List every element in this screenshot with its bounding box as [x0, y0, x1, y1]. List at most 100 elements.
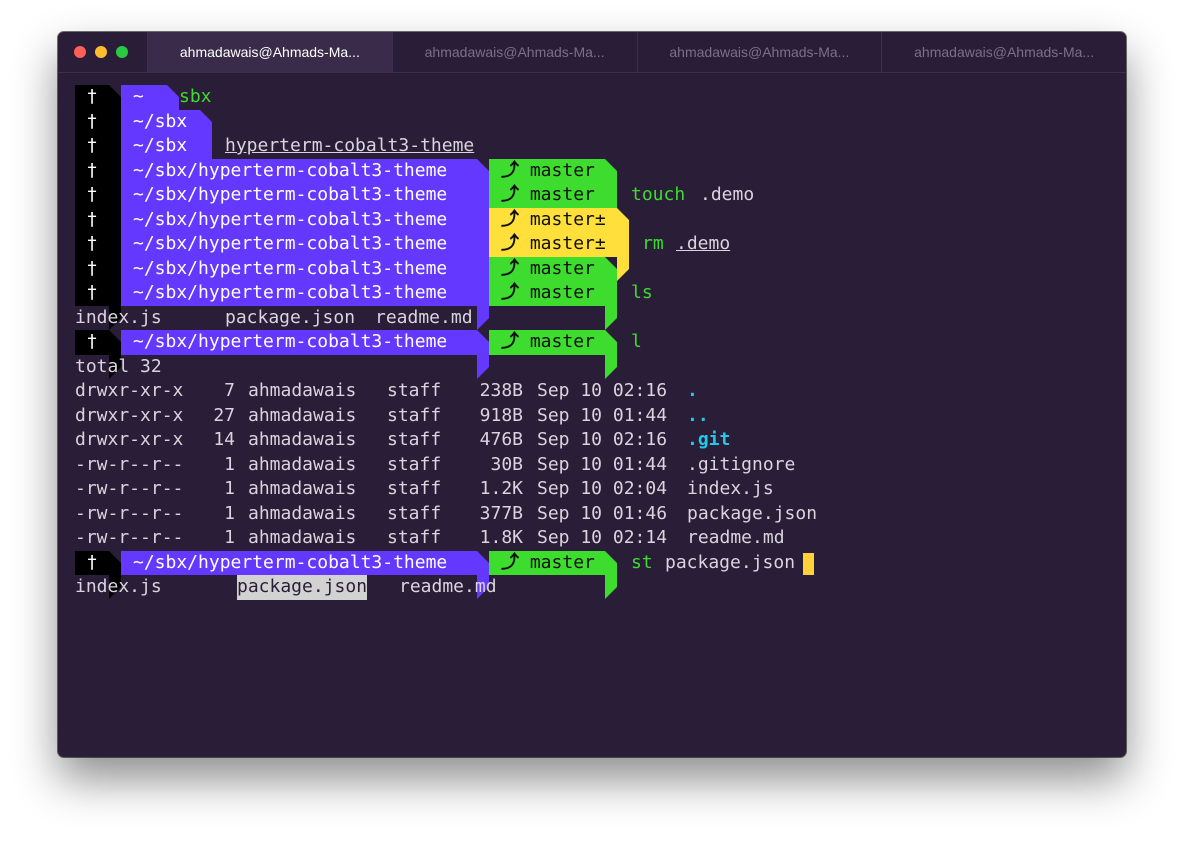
ls-output-line: index.js package.json readme.md — [75, 306, 473, 331]
permissions: drwxr-xr-x — [75, 429, 184, 450]
terminal-body[interactable]: † ~ sbx † ~/sbx † ~/sbx hyperterm-cobalt… — [75, 85, 817, 600]
path-segment: ~/sbx/hyperterm-cobalt3-theme — [121, 550, 477, 575]
file-name: index.js — [75, 306, 162, 328]
branch-segment: ⤴ master — [489, 158, 605, 183]
file-size: 377B — [479, 502, 523, 524]
command-text: st — [631, 551, 653, 573]
cross-icon: † — [75, 134, 109, 159]
branch-name: master — [529, 159, 595, 181]
permissions: -rw-r--r-- — [75, 453, 184, 475]
branch-name: master — [529, 257, 595, 279]
selected-completion[interactable]: package.json — [237, 575, 368, 600]
file-size: 1.8K — [479, 527, 523, 548]
owner: ahmadawais — [248, 527, 357, 548]
branch-segment: ⤴ master± — [489, 207, 617, 232]
file-size: 476B — [479, 429, 523, 450]
modified-date: Sep 10 02:16 — [537, 429, 668, 450]
group: staff — [387, 453, 442, 475]
prompt-separator — [477, 281, 489, 330]
path-segment: ~/sbx/hyperterm-cobalt3-theme — [121, 158, 477, 183]
path-segment: ~/sbx/hyperterm-cobalt3-theme — [121, 207, 477, 232]
branch-name: master — [529, 331, 595, 352]
permissions: -rw-r--r-- — [75, 478, 184, 499]
file-name: package.json — [225, 306, 356, 328]
cross-icon: † — [75, 256, 109, 281]
cross-icon: † — [75, 158, 109, 183]
modified-date: Sep 10 02:04 — [537, 478, 668, 499]
cross-icon: † — [75, 281, 109, 306]
path-segment: ~/sbx/hyperterm-cobalt3-theme — [121, 256, 477, 281]
cross-icon: † — [75, 183, 109, 208]
group: staff — [387, 527, 442, 548]
prompt-line: † ~/sbx/hyperterm-cobalt3-theme ⤴ master — [75, 256, 617, 305]
prompt-line: † ~/sbx — [75, 109, 212, 158]
command-text: sbx — [179, 86, 212, 107]
ll-row: -rw-r--r-- 1 ahmadawais staff 377B Sep 1… — [75, 502, 817, 527]
git-branch-icon: ⤴ — [501, 184, 519, 205]
ll-row: -rw-r--r-- 1 ahmadawais staff 1.8K Sep 1… — [75, 526, 785, 551]
path-segment: ~/sbx/hyperterm-cobalt3-theme — [121, 281, 477, 306]
command-argument: .demo — [676, 233, 731, 254]
branch-segment: ⤴ master — [489, 256, 605, 281]
modified-date: Sep 10 01:44 — [537, 404, 668, 426]
git-branch-icon: ⤴ — [501, 257, 519, 279]
ll-row: -rw-r--r-- 1 ahmadawais staff 30B Sep 10… — [75, 453, 795, 478]
terminal-window: ahmadawais@Ahmads-Ma... ahmadawais@Ahmad… — [58, 32, 1126, 757]
file-size: 1.2K — [479, 478, 523, 499]
ll-row: -rw-r--r-- 1 ahmadawais staff 1.2K Sep 1… — [75, 477, 774, 502]
owner: ahmadawais — [248, 502, 357, 524]
git-branch-icon: ⤴ — [501, 233, 519, 254]
owner: ahmadawais — [248, 453, 357, 475]
tab-4[interactable]: ahmadawais@Ahmads-Ma... — [881, 32, 1126, 72]
close-icon[interactable] — [74, 46, 86, 58]
git-branch-icon: ⤴ — [501, 282, 519, 303]
link-count: 14 — [213, 429, 235, 450]
branch-segment: ⤴ master — [489, 330, 605, 355]
prompt-separator — [605, 330, 617, 379]
minimize-icon[interactable] — [95, 46, 107, 58]
command-text: l — [631, 331, 642, 352]
ll-row: drwxr-xr-x 27 ahmadawais staff 918B Sep … — [75, 404, 709, 429]
path-segment: ~/sbx — [121, 109, 200, 134]
prompt-separator — [605, 550, 617, 599]
text-cursor — [803, 552, 814, 577]
branch-name: master — [529, 184, 595, 205]
tab-2[interactable]: ahmadawais@Ahmads-Ma... — [391, 32, 637, 72]
link-count: 1 — [224, 527, 235, 548]
branch-segment: ⤴ master — [489, 550, 605, 575]
permissions: -rw-r--r-- — [75, 527, 184, 548]
cross-icon: † — [75, 109, 109, 134]
file-size: 918B — [479, 404, 523, 426]
prompt-separator — [477, 330, 489, 379]
entry-name: package.json — [687, 502, 818, 524]
entry-name: readme.md — [687, 527, 785, 548]
prompt-line: † ~/sbx/hyperterm-cobalt3-theme ⤴ master… — [75, 232, 730, 281]
tab-1[interactable]: ahmadawais@Ahmads-Ma... — [147, 32, 392, 72]
tab-3[interactable]: ahmadawais@Ahmads-Ma... — [636, 32, 882, 72]
prompt-line: † ~/sbx/hyperterm-cobalt3-theme ⤴ master — [75, 158, 617, 207]
command-argument: package.json — [665, 551, 796, 573]
path-segment: ~/sbx/hyperterm-cobalt3-theme — [121, 232, 477, 257]
branch-segment: ⤴ master± — [489, 232, 617, 257]
entry-name: index.js — [687, 478, 774, 499]
permissions: drwxr-xr-x — [75, 380, 184, 401]
zoom-icon[interactable] — [116, 46, 128, 58]
path-segment: ~/sbx — [121, 134, 200, 159]
prompt-line: † ~/sbx/hyperterm-cobalt3-theme ⤴ master… — [75, 183, 754, 232]
cross-icon: † — [75, 330, 109, 355]
owner: ahmadawais — [248, 429, 357, 450]
group: staff — [387, 380, 442, 401]
cross-icon: † — [75, 550, 109, 575]
path-segment: ~/sbx/hyperterm-cobalt3-theme — [121, 330, 477, 355]
command-text: rm — [642, 233, 664, 254]
ll-total: total 32 — [75, 355, 162, 380]
modified-date: Sep 10 02:16 — [537, 380, 668, 401]
cross-icon: † — [75, 232, 109, 257]
branch-name: master — [529, 551, 595, 573]
file-size: 30B — [490, 453, 523, 475]
prompt-line: † ~ sbx — [75, 85, 212, 134]
entry-name: .. — [687, 404, 709, 426]
group: staff — [387, 404, 442, 426]
traffic-lights — [74, 46, 128, 58]
link-count: 7 — [224, 380, 235, 401]
